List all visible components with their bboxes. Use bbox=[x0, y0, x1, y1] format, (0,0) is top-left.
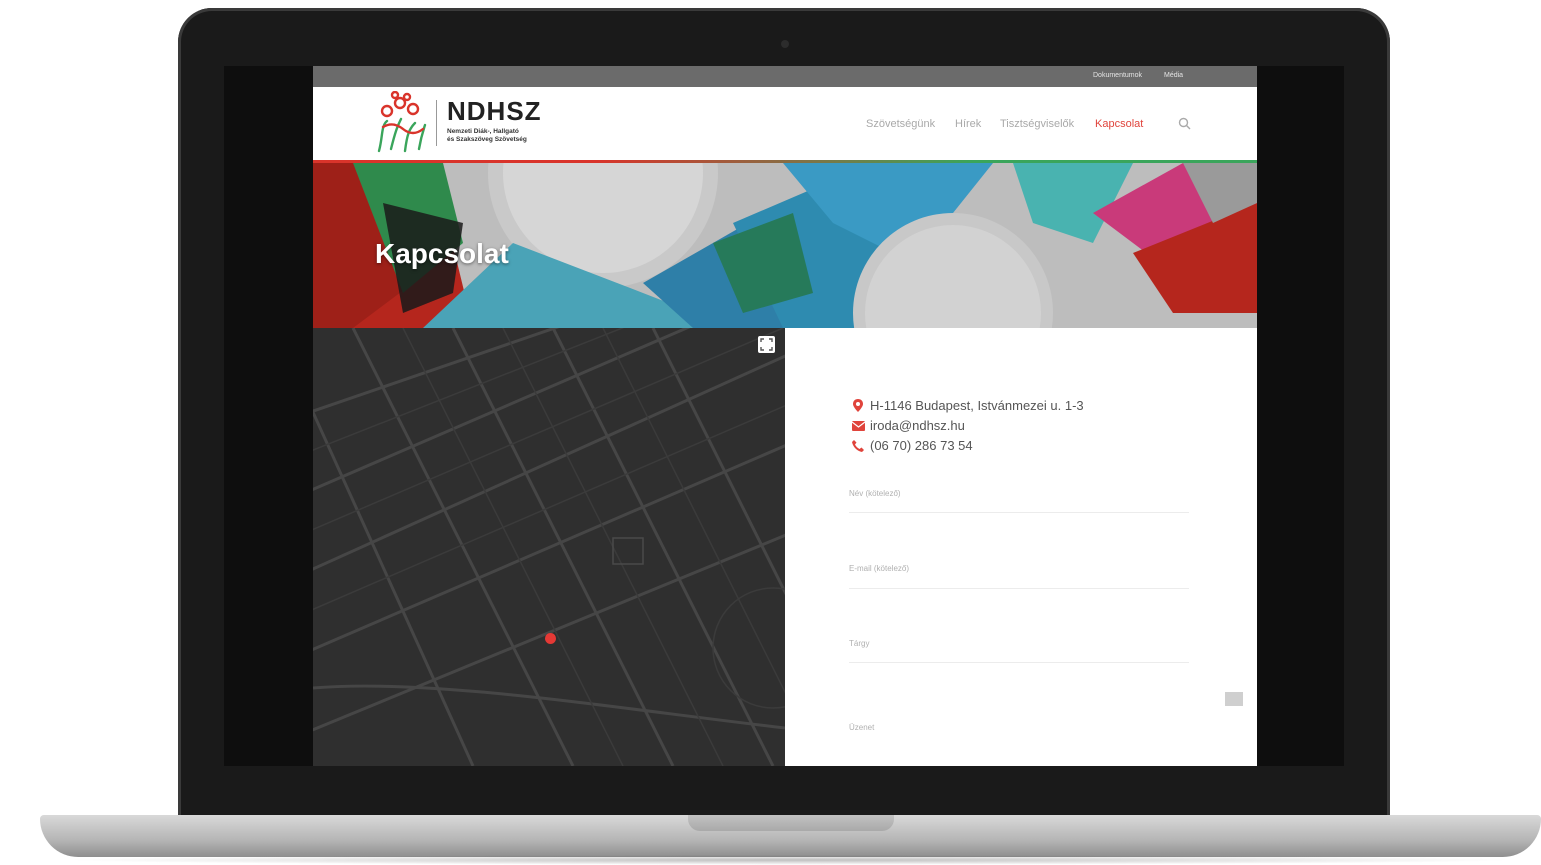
logo-icon[interactable] bbox=[373, 91, 428, 155]
logo-subtitle-line-2: és Szakszöveg Szövetség bbox=[447, 136, 527, 143]
phone-icon bbox=[851, 439, 865, 453]
logo-title[interactable]: NDHSZ bbox=[447, 96, 542, 127]
contact-phone: (06 70) 286 73 54 bbox=[851, 438, 973, 453]
address-text: H-1146 Budapest, Istvánmezei u. 1-3 bbox=[870, 398, 1084, 413]
map-streets bbox=[313, 328, 785, 766]
subject-field-label[interactable]: Tárgy bbox=[849, 639, 869, 648]
envelope-icon bbox=[851, 419, 865, 433]
browser-screen: Dokumentumok Média NDHSZ Nemzeti Diák-, … bbox=[313, 66, 1257, 766]
nav-item-szovetsegunk[interactable]: Szövetségünk bbox=[866, 118, 935, 130]
fullscreen-icon bbox=[760, 338, 773, 351]
scroll-top-button[interactable] bbox=[1225, 692, 1243, 706]
message-field-label[interactable]: Üzenet bbox=[849, 723, 874, 732]
contact-email: iroda@ndhsz.hu bbox=[851, 418, 965, 433]
hero-banner: Kapcsolat bbox=[313, 163, 1257, 328]
logo-subtitle-line-1: Nemzeti Diák-, Hallgató bbox=[447, 128, 519, 135]
page-title: Kapcsolat bbox=[375, 238, 509, 269]
phone-text[interactable]: (06 70) 286 73 54 bbox=[870, 438, 973, 453]
logo-divider bbox=[436, 100, 437, 146]
camera-icon bbox=[781, 40, 789, 48]
search-icon[interactable] bbox=[1178, 117, 1191, 130]
nav-item-kapcsolat[interactable]: Kapcsolat bbox=[1095, 118, 1143, 130]
name-field[interactable] bbox=[849, 512, 1189, 513]
map-pin-icon bbox=[851, 399, 865, 413]
email-field-label[interactable]: E-mail (kötelező) bbox=[849, 564, 909, 573]
email-field[interactable] bbox=[849, 588, 1189, 589]
map-fullscreen-button[interactable] bbox=[758, 336, 775, 353]
laptop-shadow bbox=[60, 855, 1520, 865]
email-link[interactable]: iroda@ndhsz.hu bbox=[870, 418, 965, 433]
contact-panel: H-1146 Budapest, Istvánmezei u. 1-3 irod… bbox=[785, 328, 1257, 766]
nav-item-tisztsegviselok[interactable]: Tisztségviselők bbox=[1000, 118, 1074, 130]
contact-address: H-1146 Budapest, Istvánmezei u. 1-3 bbox=[851, 398, 1084, 413]
top-bar: Dokumentumok Média bbox=[313, 66, 1257, 87]
map[interactable] bbox=[313, 328, 785, 766]
topbar-link-media[interactable]: Média bbox=[1164, 72, 1183, 79]
map-marker-icon[interactable] bbox=[545, 633, 556, 644]
topbar-link-documents[interactable]: Dokumentumok bbox=[1093, 72, 1142, 79]
subject-field[interactable] bbox=[849, 662, 1189, 663]
name-field-label[interactable]: Név (kötelező) bbox=[849, 489, 901, 498]
nav-item-hirek[interactable]: Hírek bbox=[955, 118, 981, 130]
logo-subtitle: Nemzeti Diák-, Hallgató és Szakszöveg Sz… bbox=[447, 128, 527, 144]
laptop-base-notch bbox=[688, 815, 894, 831]
